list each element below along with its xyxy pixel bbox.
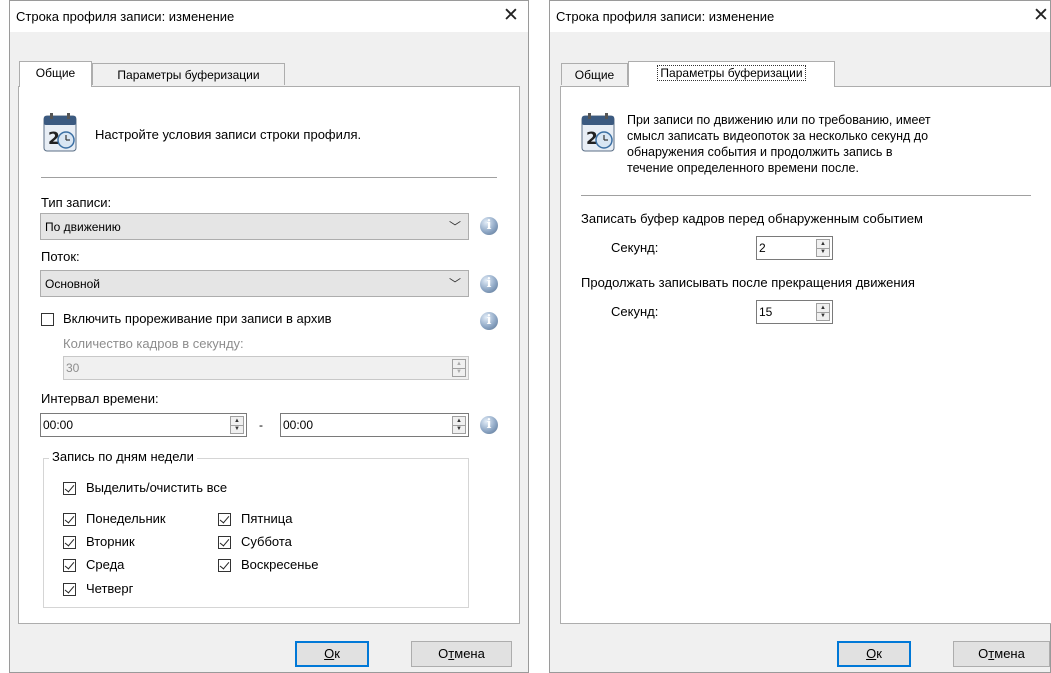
cancel-label-pre: О	[438, 646, 449, 661]
sunday-checkbox[interactable]	[218, 559, 231, 572]
post-record-seconds-value: 15	[759, 305, 773, 319]
thursday-checkbox[interactable]	[63, 583, 76, 596]
info-icon[interactable]: i	[480, 416, 498, 434]
close-icon[interactable]: ✕	[1030, 5, 1051, 27]
tab-general-label: Общие	[35, 66, 76, 80]
fps-spin-buttons[interactable]: ▲ ▼	[452, 359, 466, 377]
close-icon[interactable]: ✕	[500, 5, 522, 27]
fps-value: 30	[66, 361, 80, 375]
select-all-label: Выделить/очистить все	[86, 480, 228, 495]
ok-mnemonic: О	[324, 646, 335, 661]
cancel-label-rest: мена	[994, 646, 1025, 661]
window-title: Строка профиля записи: изменение	[556, 9, 775, 24]
pre-buffer-seconds-value: 2	[759, 241, 766, 255]
fps-label: Количество кадров в секунду:	[63, 336, 244, 351]
interval-to-spin-buttons[interactable]: ▲ ▼	[452, 416, 466, 434]
record-type-select[interactable]: По движению ﹀	[40, 213, 469, 240]
cancel-button[interactable]: Отмена	[411, 641, 512, 667]
stream-select[interactable]: Основной ﹀	[40, 270, 469, 297]
right-dialog: Строка профиля записи: изменение ✕ Общие…	[549, 0, 1051, 673]
interval-from-value: 00:00	[43, 418, 74, 432]
post-record-spin-buttons[interactable]: ▲ ▼	[816, 303, 830, 321]
chevron-down-icon: ﹀	[448, 277, 461, 291]
saturday-label: Суббота	[241, 534, 292, 549]
record-type-label: Тип записи:	[41, 195, 112, 210]
monday-checkbox[interactable]	[63, 513, 76, 526]
ok-label-rest: к	[334, 646, 340, 661]
post-record-label: Продолжать записывать после прекращения …	[581, 275, 915, 290]
post-record-seconds-label: Секунд:	[611, 304, 659, 319]
intro-line-3: обнаружения события и продолжить запись …	[627, 145, 893, 159]
cancel-label-pre: О	[978, 646, 989, 661]
thinning-checkbox[interactable]	[41, 313, 54, 326]
calendar-clock-icon: 2	[581, 113, 615, 152]
intro-line-1: При записи по движению или по требованию…	[627, 113, 931, 127]
record-type-value: По движению	[45, 220, 121, 234]
general-panel: 2 Настройте условия записи строки профил…	[18, 86, 520, 624]
post-record-seconds-stepper[interactable]: 15 ▲ ▼	[756, 300, 833, 324]
interval-to-value: 00:00	[283, 418, 314, 432]
tuesday-checkbox[interactable]	[63, 536, 76, 549]
cancel-label-rest: мена	[454, 646, 485, 661]
window-title: Строка профиля записи: изменение	[16, 9, 235, 24]
pre-buffer-spin-buttons[interactable]: ▲ ▼	[816, 239, 830, 257]
left-dialog: Строка профиля записи: изменение ✕ Общие…	[9, 0, 529, 673]
fps-stepper[interactable]: 30 ▲ ▼	[63, 356, 469, 380]
interval-from-input[interactable]: 00:00 ▲ ▼	[40, 413, 247, 437]
ok-mnemonic: О	[866, 646, 877, 661]
pre-buffer-label: Записать буфер кадров перед обнаруженным…	[581, 211, 923, 226]
stream-value: Основной	[45, 277, 101, 291]
tab-buffering[interactable]: Параметры буферизации	[92, 63, 285, 85]
saturday-checkbox[interactable]	[218, 536, 231, 549]
intro-text: Настройте условия записи строки профиля.	[95, 127, 362, 142]
stream-label: Поток:	[41, 249, 80, 264]
intro-line-2: смысл записать видеопоток за несколько с…	[627, 129, 929, 143]
ok-label-rest: к	[876, 646, 882, 661]
info-icon[interactable]: i	[480, 312, 498, 330]
wednesday-checkbox[interactable]	[63, 559, 76, 572]
title-bar: Строка профиля записи: изменение ✕	[10, 1, 528, 32]
tab-buffering-label: Параметры буферизации	[657, 65, 806, 81]
thinning-label: Включить прореживание при записи в архив	[63, 311, 332, 326]
weekday-group-label: Запись по дням недели	[49, 449, 197, 464]
info-icon[interactable]: i	[480, 275, 498, 293]
interval-from-spin-buttons[interactable]: ▲ ▼	[230, 416, 244, 434]
intro-line-4: течение определенного времени после.	[627, 161, 859, 175]
tab-buffering-label: Параметры буферизации	[117, 68, 260, 82]
sunday-label: Воскресенье	[241, 557, 319, 572]
pre-buffer-seconds-stepper[interactable]: 2 ▲ ▼	[756, 236, 833, 260]
ok-button[interactable]: Ок	[837, 641, 911, 667]
info-icon[interactable]: i	[480, 217, 498, 235]
ok-button[interactable]: Ок	[295, 641, 369, 667]
select-all-checkbox[interactable]	[63, 482, 76, 495]
title-bar: Строка профиля записи: изменение ✕	[550, 1, 1050, 32]
buffering-panel: 2 При записи по движению или по требован…	[560, 86, 1051, 624]
tab-general[interactable]: Общие	[561, 63, 628, 85]
friday-label: Пятница	[241, 511, 293, 526]
pre-buffer-seconds-label: Секунд:	[611, 240, 659, 255]
calendar-clock-icon: 2	[43, 113, 77, 152]
divider	[41, 177, 497, 178]
interval-label: Интервал времени:	[41, 391, 159, 406]
friday-checkbox[interactable]	[218, 513, 231, 526]
monday-label: Понедельник	[86, 511, 166, 526]
interval-to-input[interactable]: 00:00 ▲ ▼	[280, 413, 469, 437]
interval-separator: -	[259, 418, 263, 432]
wednesday-label: Среда	[86, 557, 125, 572]
chevron-down-icon: ﹀	[448, 220, 461, 234]
tuesday-label: Вторник	[86, 534, 135, 549]
thursday-label: Четверг	[86, 581, 134, 596]
cancel-button[interactable]: Отмена	[953, 641, 1050, 667]
divider	[581, 195, 1031, 196]
tab-general-label: Общие	[574, 68, 615, 82]
tab-general[interactable]: Общие	[19, 61, 92, 87]
tab-buffering[interactable]: Параметры буферизации	[628, 61, 835, 87]
